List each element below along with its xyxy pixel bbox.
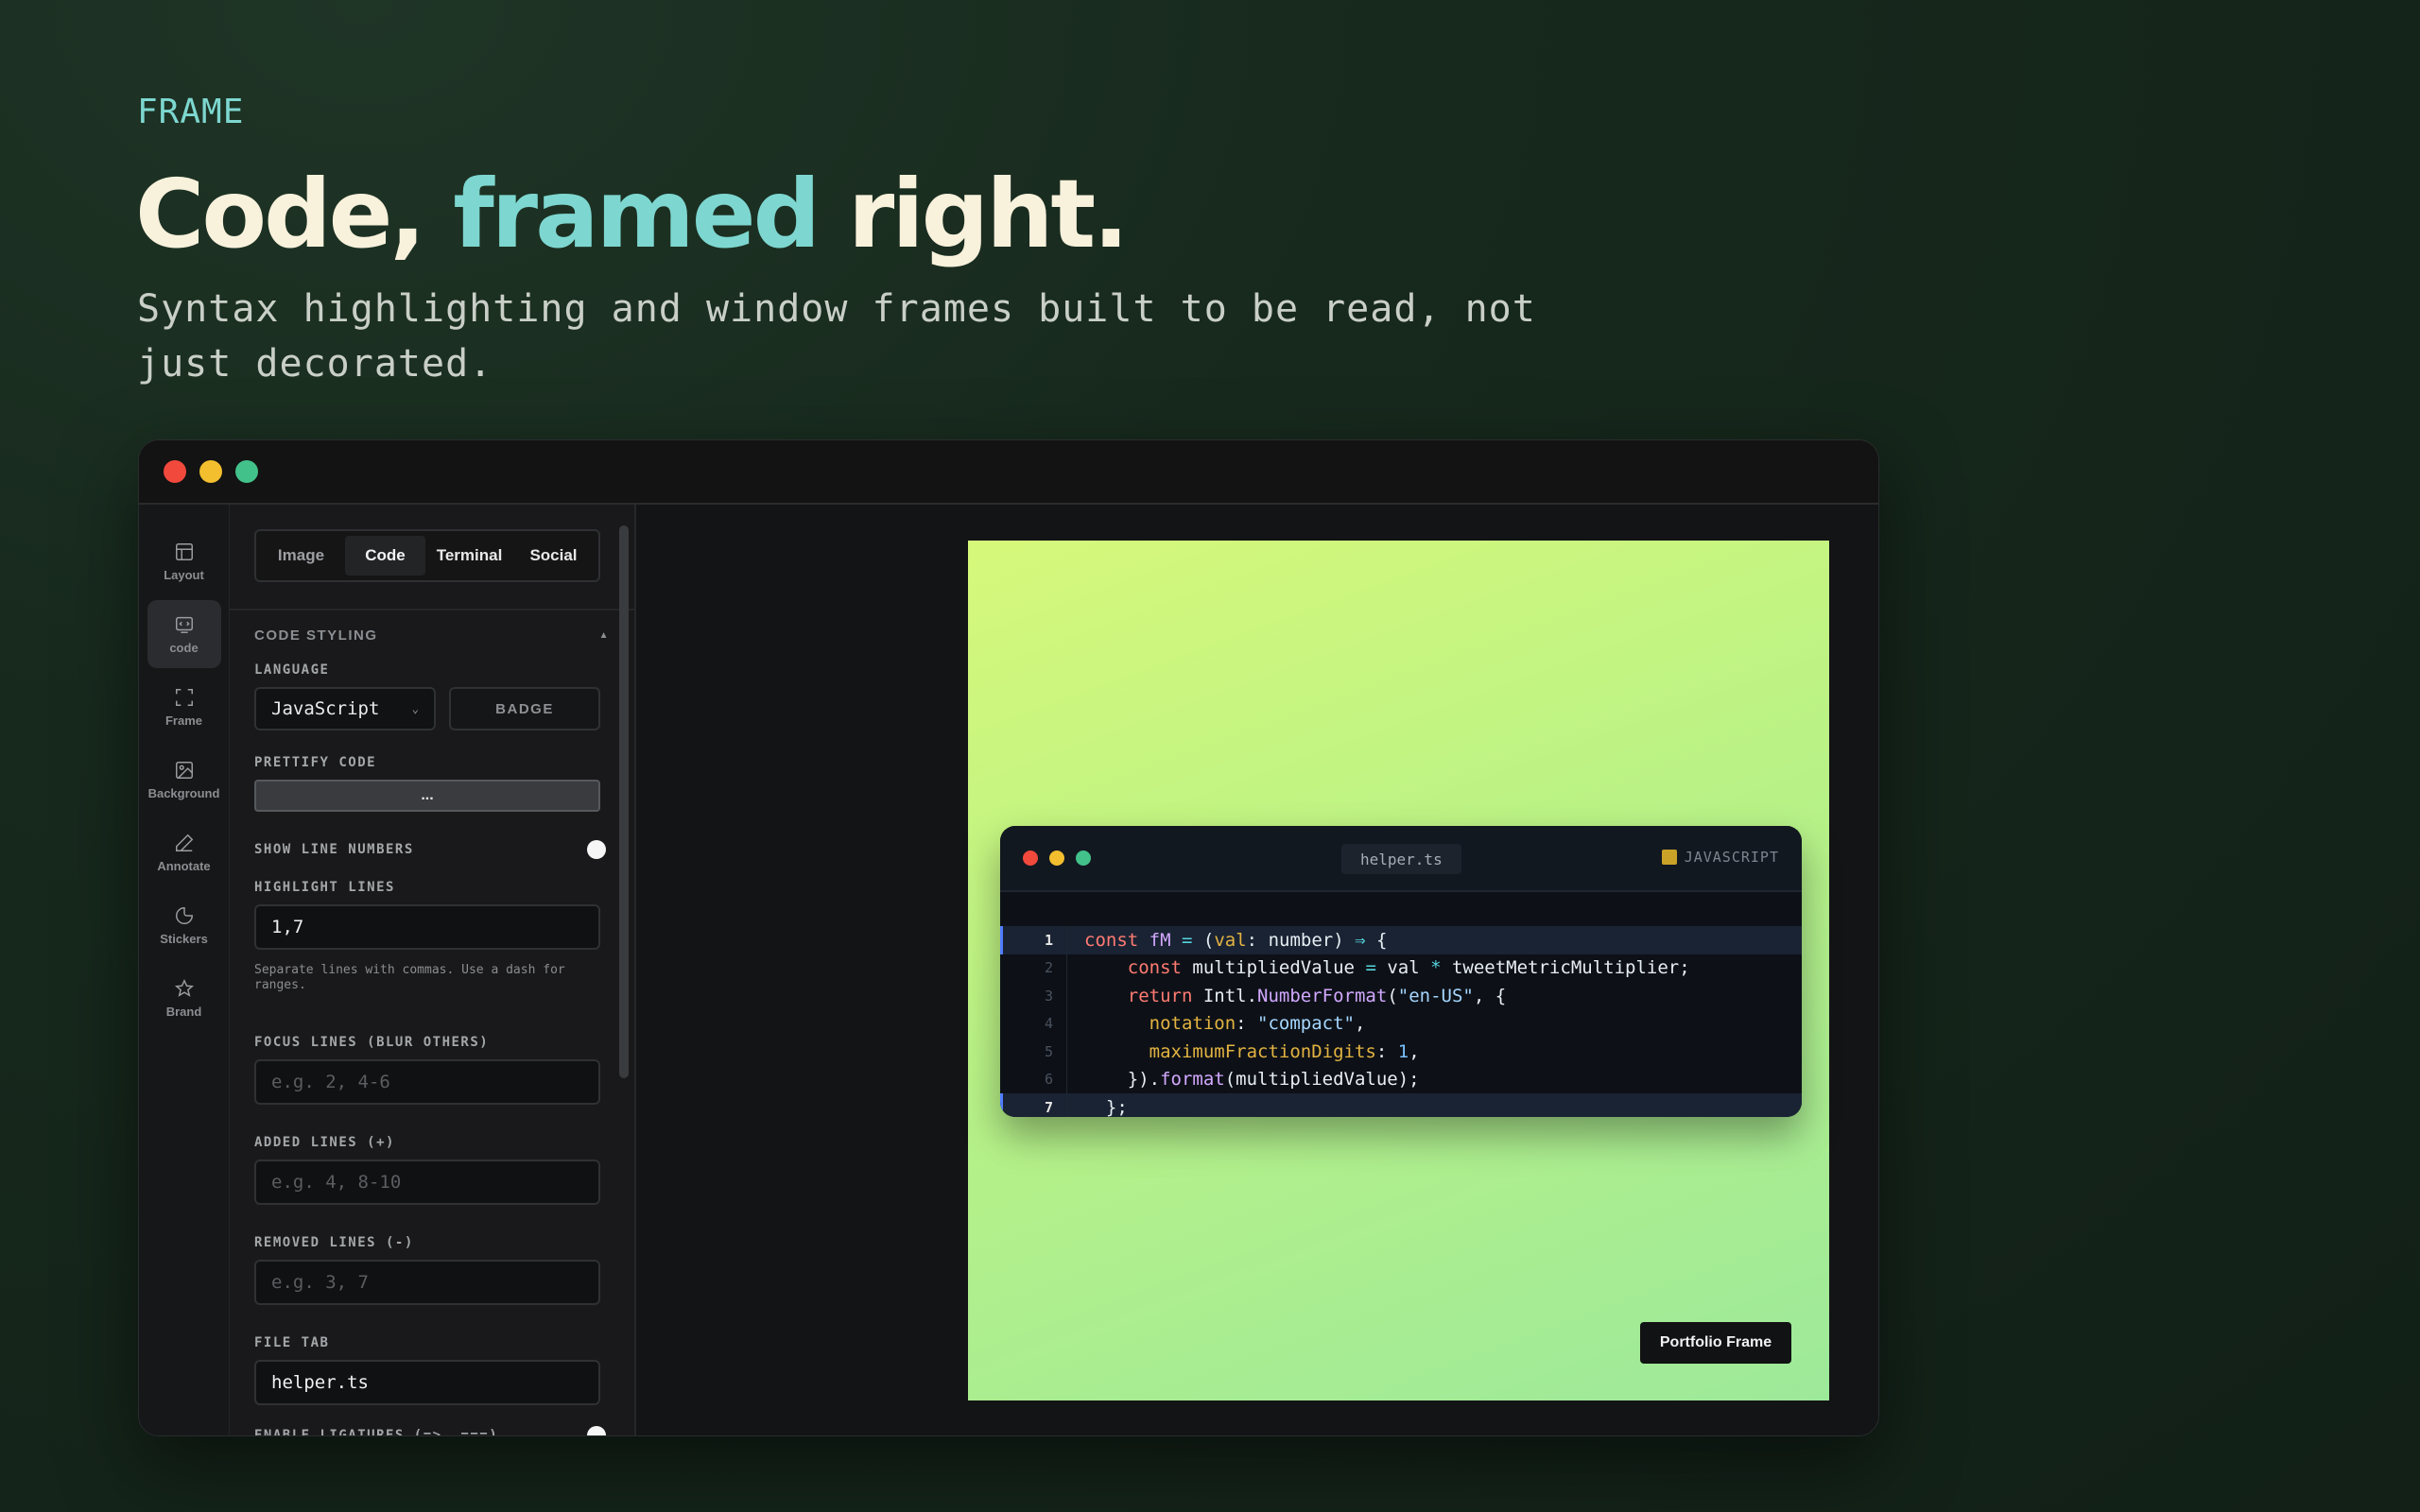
language-select[interactable]: JavaScript ⌄ [254,687,436,730]
removed-lines-input[interactable]: e.g. 3, 7 [254,1260,600,1305]
headline-part-1: Code, [135,159,454,269]
rail-item-label: Annotate [157,858,211,873]
code-block: 1 const fM = (val: number) ⇒ { 2 const mu… [1000,892,1802,1117]
code-line: 2 const multipliedValue = val * tweetMet… [1000,954,1802,982]
rail-item-label: Brand [165,1004,202,1019]
app-window: Layout code Frame Background Annotate St… [138,439,1879,1436]
tab-terminal[interactable]: Terminal [429,536,510,576]
language-value: JavaScript [271,698,380,719]
show-line-numbers-label: SHOW LINE NUMBERS [254,842,414,857]
mode-tabs: Image Code Terminal Social [254,529,600,582]
eyebrow-label: FRAME [137,93,245,131]
pen-icon [175,833,193,851]
section-title: CODE STYLING [254,627,378,644]
preview-maximize-dot [1076,850,1091,866]
added-lines-label: ADDED LINES (+) [254,1135,395,1150]
rail-item-layout[interactable]: Layout [147,527,221,595]
rail-item-frame[interactable]: Frame [147,673,221,741]
star-icon [174,978,194,997]
rail-item-code[interactable]: code [147,600,221,668]
panel-scrollbar[interactable] [619,525,629,1078]
tool-rail: Layout code Frame Background Annotate St… [139,505,230,1435]
sticker-icon [175,906,193,924]
code-line: 5 maximumFractionDigits: 1, [1000,1038,1802,1066]
close-window-button[interactable] [164,460,186,483]
rail-item-label: Layout [164,567,204,582]
rail-item-label: Background [147,785,220,800]
prettify-button[interactable]: ... [254,780,600,812]
artboard[interactable]: helper.ts JAVASCRIPT 1 const fM = (val: n… [968,541,1829,1400]
rail-item-label: Frame [164,713,203,728]
highlight-lines-input[interactable]: 1,7 [254,904,600,950]
rail-item-label: Stickers [160,931,208,946]
preview-minimize-dot [1049,850,1064,866]
portfolio-frame-label[interactable]: Portfolio Frame [1640,1322,1791,1364]
headline: Code, framed right. [135,159,1129,269]
rail-item-stickers[interactable]: Stickers [147,891,221,959]
code-icon [175,616,193,633]
window-titlebar [139,440,1878,505]
code-line: 3 return Intl.NumberFormat("en-US", { [1000,982,1802,1010]
language-label: LANGUAGE [254,662,330,678]
tab-image[interactable]: Image [261,536,341,576]
tab-code[interactable]: Code [345,536,425,576]
headline-part-2: right. [818,159,1129,269]
headline-accent: framed [453,159,821,269]
code-line: 6 }).format(multipliedValue); [1000,1065,1802,1093]
added-lines-input[interactable]: e.g. 4, 8-10 [254,1160,600,1205]
preview-language-badge: JAVASCRIPT [1661,849,1779,866]
preview-file-tab: helper.ts [1341,844,1461,874]
rail-item-annotate[interactable]: Annotate [147,818,221,886]
highlight-lines-label: HIGHLIGHT LINES [254,880,395,895]
focus-lines-input[interactable]: e.g. 2, 4-6 [254,1059,600,1105]
settings-panel: Image Code Terminal Social CODE STYLING … [230,505,636,1435]
language-badge-text: JAVASCRIPT [1684,849,1779,866]
ligatures-toggle[interactable] [587,1426,606,1435]
image-icon [175,761,193,779]
show-line-numbers-row: SHOW LINE NUMBERS [254,840,610,859]
rail-item-background[interactable]: Background [147,746,221,814]
ligatures-label: ENABLE LIGATURES (=>, ===) [254,1428,499,1435]
layout-icon [175,542,193,560]
rail-item-brand[interactable]: Brand [147,964,221,1032]
file-tab-input[interactable]: helper.ts [254,1360,600,1405]
canvas-area: helper.ts JAVASCRIPT 1 const fM = (val: n… [636,505,1878,1435]
code-window-preview: helper.ts JAVASCRIPT 1 const fM = (val: n… [1000,826,1802,1117]
file-tab-label: FILE TAB [254,1335,330,1350]
focus-lines-label: FOCUS LINES (BLUR OTHERS) [254,1035,490,1050]
section-header-code-styling[interactable]: CODE STYLING ▲ [230,609,634,644]
frame-icon [175,688,193,706]
code-line: 1 const fM = (val: number) ⇒ { [1000,926,1802,954]
code-window-titlebar: helper.ts JAVASCRIPT [1000,826,1802,892]
removed-lines-label: REMOVED LINES (-) [254,1235,414,1250]
chevron-down-icon: ⌄ [411,702,419,715]
javascript-icon [1661,850,1677,865]
rail-item-label: code [169,640,199,655]
badge-button[interactable]: BADGE [449,687,600,730]
ligatures-row: ENABLE LIGATURES (=>, ===) [254,1426,610,1435]
preview-close-dot [1023,850,1038,866]
show-line-numbers-toggle[interactable] [587,840,606,859]
collapse-icon: ▲ [598,630,610,641]
code-line: 7 }; [1000,1093,1802,1117]
maximize-window-button[interactable] [235,460,258,483]
highlight-lines-hint: Separate lines with commas. Use a dash f… [254,963,565,992]
tab-social[interactable]: Social [513,536,594,576]
prettify-label: PRETTIFY CODE [254,755,377,770]
minimize-window-button[interactable] [199,460,222,483]
code-line: 4 notation: "compact", [1000,1009,1802,1038]
subhead: Syntax highlighting and window frames bu… [137,287,1536,386]
